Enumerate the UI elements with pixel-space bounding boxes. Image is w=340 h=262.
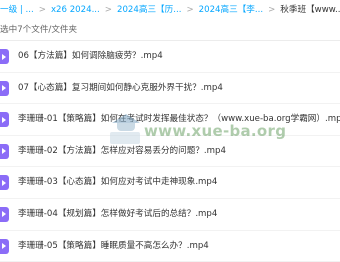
breadcrumb-item-current: 秋季班【www.... [280,5,340,15]
breadcrumb-item-root[interactable]: 一级 | ... [0,5,34,15]
file-row[interactable]: 李珊珊-04【规划篇】怎样做好考试后的总结？.mp4 [0,199,340,231]
breadcrumb: 一级 | ... > x26 2024... >2024高三【历... >2024高三【… [0,0,340,20]
file-name[interactable]: 李珊珊-01【策略篇】如何在考试时发挥最佳状态？（www.xue-ba.org学… [18,104,340,134]
file-row[interactable]: 李珊珊-02【方法篇】怎样应对容易丢分的问题？.mp4 [0,136,340,168]
video-file-icon [0,238,9,254]
file-name[interactable]: 李珊珊-03【心态篇】如何应对考试中走神现象.mp4 [18,167,217,197]
file-name[interactable]: 李珊珊-04【规划篇】怎样做好考试后的总结？.mp4 [18,199,217,229]
file-row[interactable]: 李珊珊-03【心态篇】如何应对考试中走神现象.mp4 [0,167,340,199]
file-name[interactable]: 06【方法篇】如何调除脑疲劳？.mp4 [18,41,163,71]
file-row[interactable]: 李珊珊-01【策略篇】如何在考试时发挥最佳状态？（www.xue-ba.org学… [0,104,340,136]
video-file-icon [0,49,9,64]
breadcrumb-item-li[interactable]: 2024高三【李... [199,5,263,15]
video-file-icon [0,143,9,159]
selection-count: 选中7个文件/文件夹 [0,25,78,35]
video-file-icon [0,206,9,222]
file-list: 06【方法篇】如何调除脑疲劳？.mp4 07【心态篇】复习期间如何静心克服外界干… [0,41,340,262]
file-row[interactable]: 07【心态篇】复习期间如何静心克服外界干扰？.mp4 [0,73,340,105]
video-file-icon [0,80,9,96]
breadcrumb-item-x26[interactable]: x26 2024... [51,5,100,15]
breadcrumb-item-history[interactable]: 2024高三【历... [117,5,181,15]
breadcrumb-separator: > [38,5,46,15]
breadcrumb-separator: > [186,5,194,15]
breadcrumb-separator: > [104,5,112,15]
video-file-icon [0,175,9,191]
file-name[interactable]: 07【心态篇】复习期间如何静心克服外界干扰？.mp4 [18,73,223,103]
breadcrumb-separator: > [268,5,276,15]
file-name[interactable]: 李珊珊-02【方法篇】怎样应对容易丢分的问题？.mp4 [18,136,226,166]
file-row[interactable]: 06【方法篇】如何调除脑疲劳？.mp4 [0,41,340,73]
video-file-icon [0,112,9,128]
file-row[interactable]: 李珊珊-05【策略篇】睡眠质量不高怎么办？.mp4 [0,231,340,262]
file-name[interactable]: 李珊珊-05【策略篇】睡眠质量不高怎么办？.mp4 [18,231,209,261]
